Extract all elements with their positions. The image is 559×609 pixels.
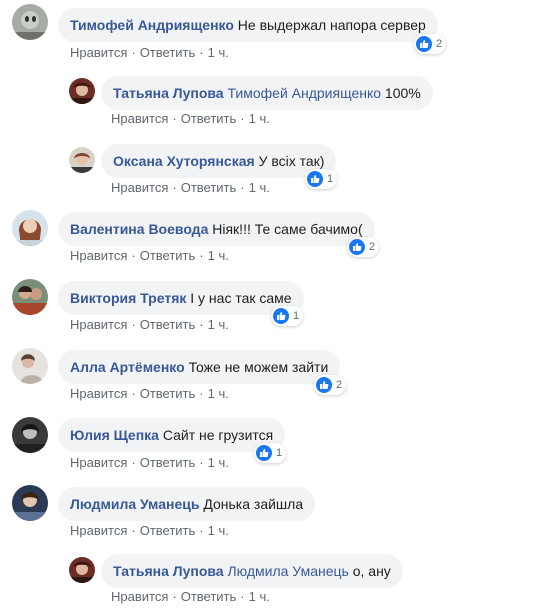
reply-button[interactable]: Ответить bbox=[140, 386, 196, 401]
avatar[interactable] bbox=[12, 417, 48, 453]
reaction-number: 2 bbox=[369, 241, 376, 253]
comment-text: Донька зайшла bbox=[203, 496, 304, 512]
comment-author[interactable]: Алла Артёменко bbox=[70, 359, 185, 375]
like-button[interactable]: Нравится bbox=[111, 111, 168, 126]
reaction-number: 2 bbox=[436, 38, 443, 50]
comment-bubble: Тимофей Андриященко Не выдержал напора с… bbox=[58, 8, 438, 42]
like-icon bbox=[273, 308, 289, 324]
like-button[interactable]: Нравится bbox=[111, 589, 168, 604]
like-button[interactable]: Нравится bbox=[111, 180, 168, 195]
comment-time[interactable]: 1 ч. bbox=[208, 45, 229, 60]
like-button[interactable]: Нравится bbox=[70, 45, 127, 60]
comment-bubble: Алла Артёменко Тоже не можем зайти bbox=[58, 350, 341, 384]
avatar[interactable] bbox=[69, 557, 95, 583]
like-icon bbox=[307, 171, 323, 187]
avatar[interactable] bbox=[69, 78, 95, 104]
comment-time[interactable]: 1 ч. bbox=[208, 455, 229, 470]
comment-time[interactable]: 1 ч. bbox=[249, 589, 270, 604]
comment-time[interactable]: 1 ч. bbox=[249, 180, 270, 195]
comment-time[interactable]: 1 ч. bbox=[208, 386, 229, 401]
like-button[interactable]: Нравится bbox=[70, 455, 127, 470]
comment-bubble: Людмила Уманець Донька зайшла bbox=[58, 487, 316, 521]
comment-bubble: Оксана Хуторянская У всіх так) bbox=[101, 144, 337, 178]
comment-mention[interactable]: Тимофей Андриященко bbox=[227, 85, 381, 101]
comment-author[interactable]: Людмила Уманець bbox=[70, 496, 199, 512]
reaction-number: 2 bbox=[336, 379, 343, 391]
reaction-number: 1 bbox=[276, 447, 283, 459]
reply-button[interactable]: Ответить bbox=[181, 180, 237, 195]
like-icon bbox=[416, 36, 432, 52]
comment-time[interactable]: 1 ч. bbox=[208, 523, 229, 538]
comment-text: Не выдержал напора сервер bbox=[237, 17, 426, 33]
comment-actions: Нравится · Ответить · 1 ч. bbox=[70, 386, 229, 401]
reaction-count[interactable]: 1 bbox=[271, 306, 304, 326]
comment-text: о, ану bbox=[352, 563, 391, 579]
reply-button[interactable]: Ответить bbox=[140, 523, 196, 538]
comment-author[interactable]: Татьяна Лупова bbox=[113, 85, 224, 101]
avatar[interactable] bbox=[12, 4, 48, 40]
comment-author[interactable]: Тимофей Андриященко bbox=[70, 17, 234, 33]
comment-time[interactable]: 1 ч. bbox=[208, 248, 229, 263]
comment-bubble: Валентина Воевода Ніяк!!! Те саме бачимо… bbox=[58, 212, 375, 246]
comment-actions: Нравится · Ответить · 1 ч. bbox=[111, 111, 270, 126]
like-icon bbox=[349, 239, 365, 255]
reply-button[interactable]: Ответить bbox=[140, 317, 196, 332]
reaction-count[interactable]: 2 bbox=[314, 375, 347, 395]
comment-text: Ніяк!!! Те саме бачимо( bbox=[212, 221, 363, 237]
comment-text: Тоже не можем зайти bbox=[188, 359, 329, 375]
avatar[interactable] bbox=[69, 147, 95, 173]
reaction-number: 1 bbox=[293, 310, 300, 322]
reaction-number: 1 bbox=[327, 173, 334, 185]
comment-text: У всіх так) bbox=[258, 153, 325, 169]
reaction-count[interactable]: 1 bbox=[305, 169, 338, 189]
avatar[interactable] bbox=[12, 485, 48, 521]
reply-button[interactable]: Ответить bbox=[140, 45, 196, 60]
comment-time[interactable]: 1 ч. bbox=[249, 111, 270, 126]
comment-bubble: Виктория Третяк І у нас так саме bbox=[58, 281, 304, 315]
reply-button[interactable]: Ответить bbox=[140, 248, 196, 263]
like-button[interactable]: Нравится bbox=[70, 248, 127, 263]
reply-button[interactable]: Ответить bbox=[140, 455, 196, 470]
comment-author[interactable]: Валентина Воевода bbox=[70, 221, 208, 237]
comment-author[interactable]: Татьяна Лупова bbox=[113, 563, 224, 579]
avatar[interactable] bbox=[12, 348, 48, 384]
comment-actions: Нравится · Ответить · 1 ч. bbox=[111, 589, 270, 604]
comment-author[interactable]: Виктория Третяк bbox=[70, 290, 186, 306]
comment-author[interactable]: Оксана Хуторянская bbox=[113, 153, 255, 169]
avatar[interactable] bbox=[12, 279, 48, 315]
like-icon bbox=[256, 445, 272, 461]
comment-bubble: Татьяна Лупова Тимофей Андриященко 100% bbox=[101, 76, 433, 110]
reply-button[interactable]: Ответить bbox=[181, 589, 237, 604]
reply-button[interactable]: Ответить bbox=[181, 111, 237, 126]
comment-time[interactable]: 1 ч. bbox=[208, 317, 229, 332]
comment-mention[interactable]: Людмила Уманець bbox=[227, 563, 348, 579]
comment-text: І у нас так саме bbox=[190, 290, 292, 306]
comment-text: 100% bbox=[384, 85, 421, 101]
comment-bubble: Юлия Щепка Сайт не грузится bbox=[58, 418, 286, 452]
comment-actions: Нравится · Ответить · 1 ч. bbox=[70, 523, 229, 538]
comment-actions: Нравится · Ответить · 1 ч. bbox=[70, 248, 229, 263]
like-icon bbox=[316, 377, 332, 393]
comment-bubble: Татьяна Лупова Людмила Уманець о, ану bbox=[101, 554, 403, 588]
comment-actions: Нравится · Ответить · 1 ч. bbox=[70, 45, 229, 60]
like-button[interactable]: Нравится bbox=[70, 386, 127, 401]
reaction-count[interactable]: 2 bbox=[347, 237, 380, 257]
comment-actions: Нравится · Ответить · 1 ч. bbox=[70, 455, 229, 470]
like-button[interactable]: Нравится bbox=[70, 523, 127, 538]
comment-actions: Нравится · Ответить · 1 ч. bbox=[111, 180, 270, 195]
comment-text: Сайт не грузится bbox=[162, 427, 274, 443]
reaction-count[interactable]: 2 bbox=[414, 34, 447, 54]
like-button[interactable]: Нравится bbox=[70, 317, 127, 332]
avatar[interactable] bbox=[12, 210, 48, 246]
comment-actions: Нравится · Ответить · 1 ч. bbox=[70, 317, 229, 332]
reaction-count[interactable]: 1 bbox=[254, 443, 287, 463]
comment-author[interactable]: Юлия Щепка bbox=[70, 427, 159, 443]
